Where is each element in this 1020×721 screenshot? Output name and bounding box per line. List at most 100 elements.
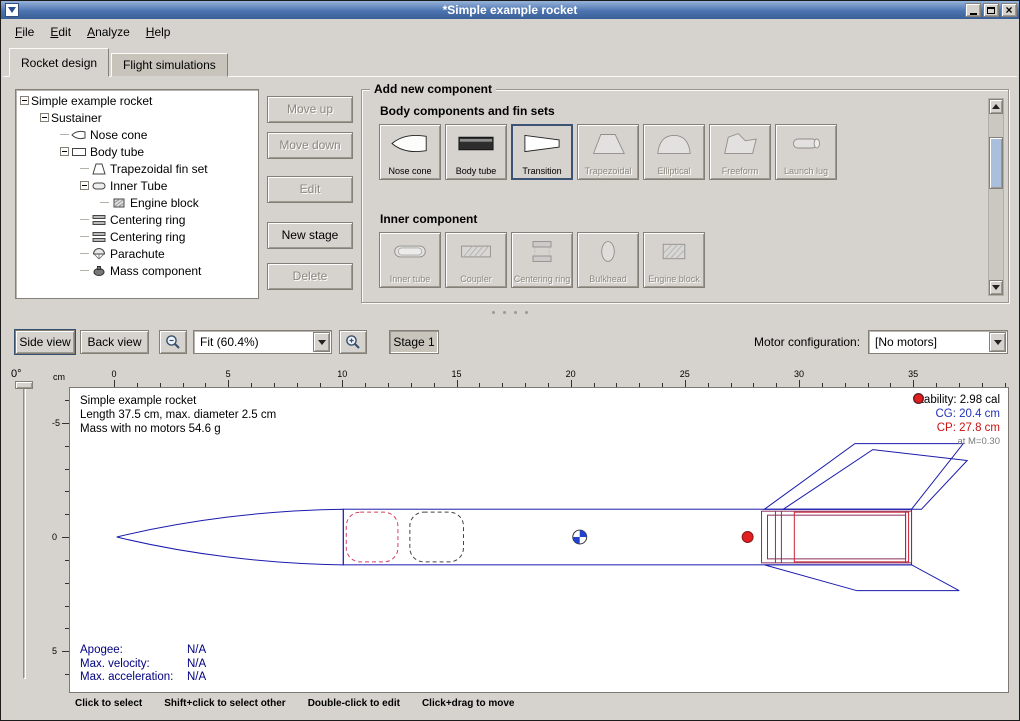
tree-expander-icon[interactable] (60, 147, 69, 156)
side-view-button[interactable]: Side view (15, 330, 75, 354)
delete-button[interactable]: Delete (267, 263, 353, 290)
minimize-button[interactable] (965, 3, 981, 17)
finset-icon (91, 161, 107, 177)
comp-row-1: Inner tube CouplerCentering ringBulkheadE… (379, 232, 709, 288)
freeform-icon (720, 129, 760, 157)
tree-item-centering-ring[interactable]: Centering ring (16, 228, 258, 245)
menu-analyze[interactable]: Analyze (79, 22, 138, 42)
cp-icon (913, 393, 924, 404)
tree-item-label: Sustainer (51, 111, 102, 125)
move-up-button[interactable]: Move up (267, 96, 353, 123)
cp-value: CP: 27.8 cm (913, 421, 1000, 435)
slider-track[interactable] (23, 387, 26, 679)
add-nose-cone-button[interactable]: Nose cone (379, 124, 441, 180)
move-down-button[interactable]: Move down (267, 132, 353, 159)
component-scrollbar[interactable] (988, 98, 1004, 296)
add-elliptical-button[interactable]: Elliptical (643, 124, 705, 180)
mach-label: at M=0.30 (913, 435, 1000, 449)
new-stage-button[interactable]: New stage (267, 222, 353, 249)
component-button-label: Elliptical (657, 167, 690, 176)
tab-rocket-design[interactable]: Rocket design (9, 48, 109, 77)
tree-item-engine-block[interactable]: Engine block (16, 194, 258, 211)
motor-configuration-select[interactable]: [No motors] (868, 330, 1008, 354)
add-coupler-button[interactable]: Coupler (445, 232, 507, 288)
tree-item-trapezoidal-fin-set[interactable]: Trapezoidal fin set (16, 160, 258, 177)
tree-item-mass-component[interactable]: Mass component (16, 262, 258, 279)
scrollbar-thumb[interactable] (989, 137, 1003, 189)
tree-item-simple-example-rocket[interactable]: Simple example rocket (16, 92, 258, 109)
add-freeform-button[interactable]: Freeform (709, 124, 771, 180)
component-tree[interactable]: Simple example rocket SustainerNose coneB… (15, 89, 259, 299)
add-engine-block-button[interactable]: Engine block (643, 232, 705, 288)
menu-file[interactable]: File (7, 22, 42, 42)
tree-item-body-tube[interactable]: Body tube (16, 143, 258, 160)
tab-flight-simulations[interactable]: Flight simulations (111, 53, 228, 77)
parachute-icon (91, 246, 107, 262)
elliptical-icon (654, 129, 694, 157)
zoom-out-button[interactable] (159, 330, 187, 354)
inner-component-label: Inner component (380, 212, 477, 226)
groupbox-title: Add new component (370, 82, 496, 96)
back-view-button[interactable]: Back view (80, 330, 149, 354)
rocket-length: Length 37.5 cm, max. diameter 2.5 cm (80, 408, 276, 422)
flight-data-row: Apogee:N/A (80, 644, 206, 658)
stage-1-toggle[interactable]: Stage 1 (389, 330, 439, 354)
v-ruler-label: 0 (52, 532, 57, 542)
body-components-label: Body components and fin sets (380, 104, 555, 118)
add-trapezoidal-button[interactable]: Trapezoidal (577, 124, 639, 180)
flight-data: Apogee:N/AMax. velocity:N/AMax. accelera… (80, 644, 206, 685)
tree-item-nose-cone[interactable]: Nose cone (16, 126, 258, 143)
add-body-tube-button[interactable]: Body tube (445, 124, 507, 180)
tree-expander-icon[interactable] (40, 113, 49, 122)
cp-marker (742, 532, 753, 543)
chevron-down-icon[interactable] (313, 332, 330, 352)
zoom-in-button[interactable] (339, 330, 367, 354)
tree-expander-icon[interactable] (20, 96, 29, 105)
add-transition-button[interactable]: Transition (511, 124, 573, 180)
close-button[interactable]: × (1001, 3, 1017, 17)
zoom-value: Fit (60.4%) (194, 331, 331, 349)
app-window: *Simple example rocket × FileEditAnalyze… (0, 0, 1020, 721)
status-bar: Click to selectShift+click to select oth… (75, 698, 514, 709)
inner-dashed-shape (346, 512, 398, 562)
view-toolbar: Side view Back view Fit (60.4%) Stage 1 … (1, 330, 1019, 356)
maximize-button[interactable] (983, 3, 999, 17)
menu-help[interactable]: Help (138, 22, 179, 42)
tree-item-inner-tube[interactable]: Inner Tube (16, 177, 258, 194)
add-centering-ring-button[interactable]: Centering ring (511, 232, 573, 288)
v-ruler-label: -5 (52, 418, 60, 428)
zoom-select[interactable]: Fit (60.4%) (193, 330, 332, 354)
add-inner-tube-button[interactable]: Inner tube (379, 232, 441, 288)
rotation-angle-label: 0° (11, 368, 22, 380)
add-bulkhead-button[interactable]: Bulkhead (577, 232, 639, 288)
tree-item-sustainer[interactable]: Sustainer (16, 109, 258, 126)
scroll-up-icon[interactable] (989, 99, 1003, 114)
tree-connector (60, 134, 69, 135)
edit-button[interactable]: Edit (267, 176, 353, 203)
rocket-canvas[interactable]: Simple example rocket Length 37.5 cm, ma… (69, 387, 1009, 693)
tree-item-label: Centering ring (110, 230, 185, 244)
rocket-name: Simple example rocket (80, 394, 276, 408)
fin-top2-shape (783, 450, 967, 510)
slider-handle[interactable] (15, 381, 33, 389)
chevron-down-icon[interactable] (989, 332, 1006, 352)
split-handle[interactable] (1, 306, 1019, 318)
tree-actions: Move up Move down Edit New stage Delete (267, 89, 353, 299)
status-hint: Click to select (75, 698, 142, 709)
tree-item-centering-ring[interactable]: Centering ring (16, 211, 258, 228)
tree-connector (80, 219, 89, 220)
scroll-down-icon[interactable] (989, 280, 1003, 295)
tree-item-label: Parachute (110, 247, 165, 261)
component-button-label: Inner tube (390, 275, 431, 284)
menu-edit[interactable]: Edit (42, 22, 79, 42)
centeringring-icon (91, 212, 107, 228)
tree-expander-icon[interactable] (80, 181, 89, 190)
rotation-slider[interactable] (14, 381, 36, 685)
h-ruler-label: 25 (680, 369, 690, 379)
tree-item-label: Mass component (110, 264, 201, 278)
component-button-label: Nose cone (388, 167, 431, 176)
motor-inner-shape (767, 515, 905, 559)
add-launch-lug-button[interactable]: Launch lug (775, 124, 837, 180)
tree-item-parachute[interactable]: Parachute (16, 245, 258, 262)
component-button-label: Trapezoidal (585, 167, 632, 176)
